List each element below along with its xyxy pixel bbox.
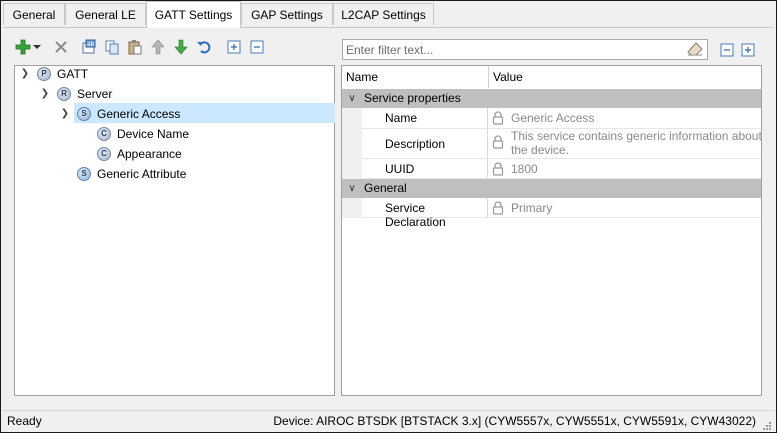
column-header-name[interactable]: Name <box>346 66 378 88</box>
property-row[interactable]: UUID 1800 <box>362 159 761 179</box>
tab-general-le[interactable]: General LE <box>65 3 146 25</box>
tree-node-label: Server <box>77 87 113 101</box>
property-row[interactable]: Service Declaration Primary <box>362 198 761 229</box>
chevron-down-icon[interactable]: ∨ <box>346 89 358 108</box>
tree-node-label: Appearance <box>117 147 182 161</box>
category-label: Service properties <box>364 91 461 105</box>
tree-toolbar: ab <box>13 37 333 59</box>
property-grid: Name Value ∨ Service properties Name Gen… <box>341 65 762 396</box>
column-header-value[interactable]: Value <box>493 66 523 88</box>
tree-node-appearance[interactable]: C Appearance <box>97 144 182 164</box>
copy-icon[interactable] <box>102 37 122 57</box>
rename-icon[interactable]: ab <box>79 37 99 57</box>
tab-gap-settings[interactable]: GAP Settings <box>241 3 333 25</box>
expand-all-icon[interactable] <box>224 37 244 57</box>
expand-chevron-icon[interactable]: ❯ <box>19 64 31 84</box>
tree-node-label: GATT <box>57 67 89 81</box>
delete-icon[interactable] <box>51 37 71 57</box>
column-divider[interactable] <box>488 66 489 88</box>
tree-node-label: Generic Attribute <box>97 167 187 181</box>
move-up-icon[interactable] <box>148 37 168 57</box>
property-name: Description <box>385 137 446 151</box>
tree-node-device-name[interactable]: C Device Name <box>97 124 189 144</box>
gatt-tree: ❯ P GATT ❯ R Server ❯ S Generic Access C… <box>14 65 335 396</box>
property-value: This service contains generic informatio… <box>492 129 761 157</box>
property-value: Generic Access <box>492 111 594 128</box>
lock-icon <box>492 162 506 179</box>
property-row[interactable]: Description This service contains generi… <box>362 129 761 159</box>
property-row[interactable]: Name Generic Access <box>362 108 761 129</box>
column-divider <box>487 129 488 158</box>
grid-gutter <box>342 108 362 179</box>
status-bar: Ready Device: AIROC BTSDK [BTSTACK 3.x] … <box>2 410 775 433</box>
tree-node-gatt[interactable]: ❯ P GATT <box>19 64 88 84</box>
grid-header: Name Value <box>342 66 761 88</box>
move-down-icon[interactable] <box>171 37 191 57</box>
filter-input[interactable] <box>346 42 676 57</box>
category-service-properties[interactable]: ∨ Service properties <box>342 89 761 108</box>
characteristic-icon: C <box>97 147 111 161</box>
tree-node-server[interactable]: ❯ R Server <box>39 84 112 104</box>
add-icon[interactable] <box>13 37 33 57</box>
service-icon: S <box>77 167 91 181</box>
property-name: Name <box>385 111 418 125</box>
property-name: UUID <box>385 162 415 176</box>
profile-icon: P <box>37 67 51 81</box>
service-icon: S <box>77 107 91 121</box>
status-text: Ready <box>7 414 42 428</box>
tab-gatt-settings[interactable]: GATT Settings <box>146 1 241 28</box>
tree-node-generic-attribute[interactable]: S Generic Attribute <box>77 164 186 184</box>
characteristic-icon: C <box>97 127 111 141</box>
tab-l2cap-settings[interactable]: L2CAP Settings <box>333 3 434 25</box>
expand-chevron-icon[interactable]: ❯ <box>39 84 51 104</box>
tab-strip-border <box>3 27 773 28</box>
category-general[interactable]: ∨ General <box>342 179 761 198</box>
property-value: 1800 <box>492 162 538 179</box>
column-divider <box>487 198 488 217</box>
collapse-all-icon[interactable] <box>717 40 737 60</box>
property-name: Service Declaration <box>385 201 446 229</box>
tree-node-label: Generic Access <box>97 107 181 121</box>
expand-all-icon[interactable] <box>738 40 758 60</box>
grid-gutter <box>342 198 362 218</box>
eraser-icon[interactable] <box>687 42 703 59</box>
dropdown-arrow-icon[interactable] <box>32 37 42 57</box>
collapse-all-icon[interactable] <box>247 37 267 57</box>
tree-node-generic-access[interactable]: ❯ S Generic Access <box>59 104 180 124</box>
undo-icon[interactable] <box>194 37 214 57</box>
category-label: General <box>364 181 407 195</box>
paste-icon[interactable] <box>125 37 145 57</box>
role-icon: R <box>57 87 71 101</box>
app-window: General General LE GATT Settings GAP Set… <box>0 0 777 433</box>
tab-general[interactable]: General <box>3 3 65 25</box>
lock-icon <box>492 111 506 128</box>
lock-icon <box>492 135 506 157</box>
property-value: Primary <box>492 201 552 218</box>
column-divider <box>487 108 488 128</box>
svg-text:ab: ab <box>87 41 95 48</box>
device-info: Device: AIROC BTSDK [BTSTACK 3.x] (CYW55… <box>273 414 756 428</box>
lock-icon <box>492 201 506 218</box>
chevron-down-icon[interactable]: ∨ <box>346 179 358 198</box>
expand-chevron-icon[interactable]: ❯ <box>59 104 71 124</box>
resize-grip-icon[interactable] <box>762 421 772 431</box>
tree-node-label: Device Name <box>117 127 190 141</box>
filter-box <box>342 39 708 60</box>
column-divider <box>487 159 488 178</box>
